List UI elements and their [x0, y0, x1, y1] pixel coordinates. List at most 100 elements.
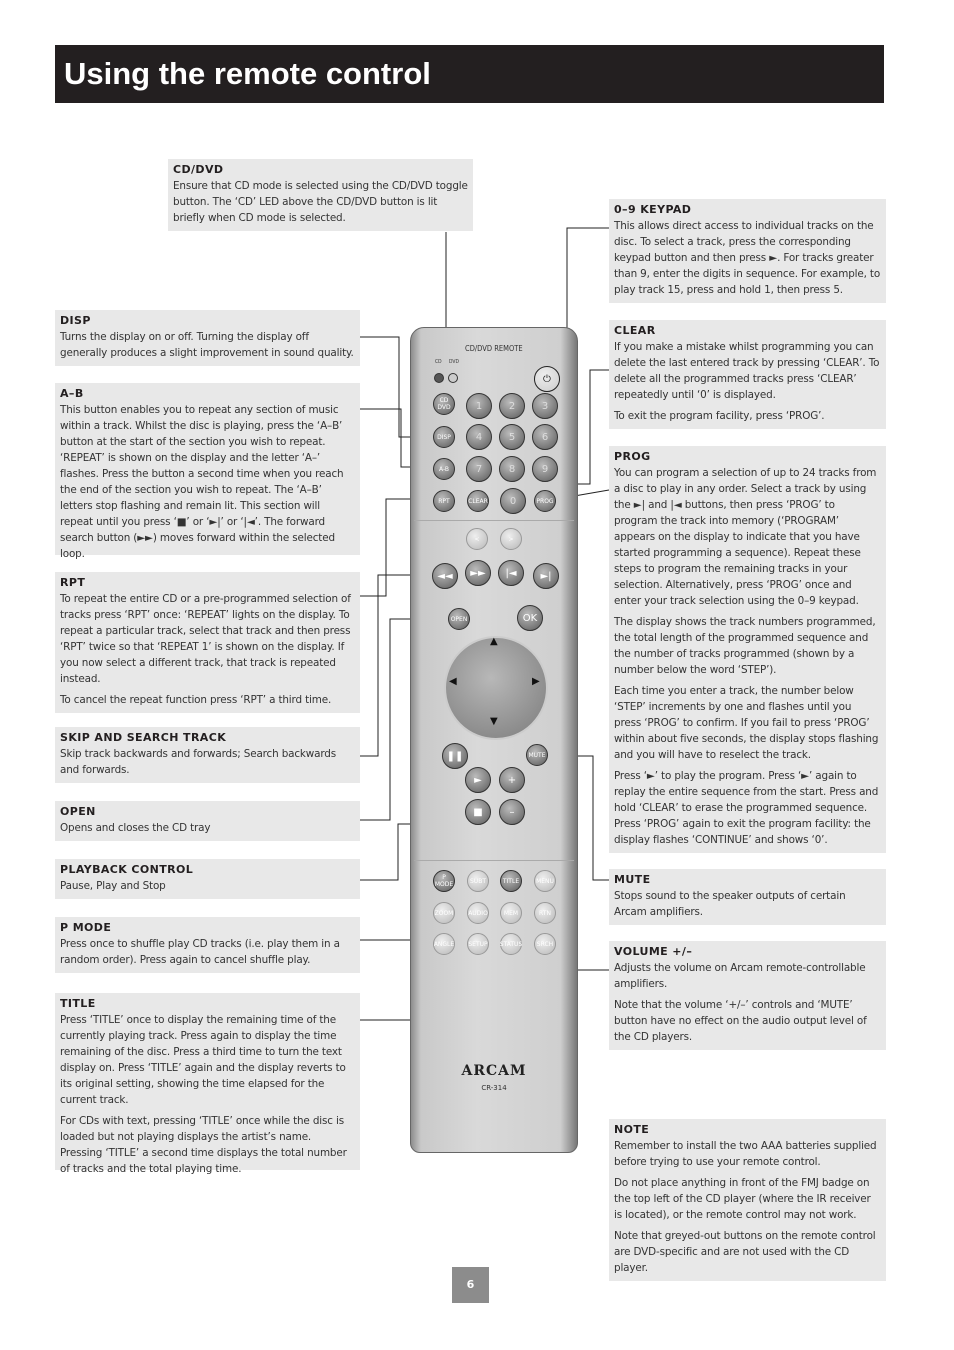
remote-button-mem[interactable]: MEM — [500, 902, 522, 924]
section-text: Skip track backwards and forwards; Searc… — [60, 748, 337, 776]
section-heading: VOLUME +/– — [614, 945, 693, 958]
remote-button-mute[interactable]: MUTE — [526, 744, 548, 766]
remote-button-rew[interactable]: ◄◄ — [432, 563, 458, 589]
section-heading: MUTE — [614, 873, 651, 886]
remote-button-n6[interactable]: 6 — [532, 424, 558, 450]
section-heading: DISP — [60, 314, 91, 327]
page-number: 6 — [452, 1267, 489, 1303]
remote-button-zoom[interactable]: ZOOM — [433, 902, 455, 924]
remote-button-left[interactable]: < — [466, 528, 488, 550]
section-text: This button enables you to repeat any se… — [60, 404, 344, 560]
remote-button-volup[interactable]: + — [499, 767, 525, 793]
remote-button-next[interactable]: ►| — [533, 563, 559, 589]
remote-button-rpt[interactable]: RPT — [433, 490, 455, 512]
remote-button-n4[interactable]: 4 — [466, 424, 492, 450]
remote-button-voldown[interactable]: – — [499, 799, 525, 825]
section-prog: PROG You can program a selection of up to… — [609, 446, 886, 853]
section-text: To repeat the entire CD or a pre-program… — [60, 593, 351, 685]
section-heading: A–B — [60, 387, 84, 400]
remote-button-ffw[interactable]: ►► — [465, 560, 491, 586]
manual-page: Using the remote control CD/DVD Ensure th… — [0, 0, 954, 1350]
section-title: TITLE Press ‘TITLE’ once to display the r… — [55, 993, 360, 1175]
section-text: Opens and closes the CD tray — [60, 822, 211, 834]
remote-button-srch[interactable]: SRCH — [534, 933, 556, 955]
section-open: OPEN Opens and closes the CD tray — [55, 801, 360, 841]
section-text: Note that greyed-out buttons on the remo… — [614, 1230, 876, 1274]
remote-button-title[interactable]: TITLE — [500, 870, 522, 892]
section-heading: SKIP AND SEARCH TRACK — [60, 731, 227, 744]
section-heading: P MODE — [60, 921, 112, 934]
remote-button-pause[interactable]: ❚❚ — [442, 743, 468, 769]
section-ab: A–B This button enables you to repeat any… — [55, 383, 360, 560]
remote-button-prev[interactable]: |◄ — [498, 560, 524, 586]
section-keypad: 0–9 KEYPAD This allows direct access to i… — [609, 199, 886, 303]
remote-button-right[interactable]: > — [500, 528, 522, 550]
section-text: Note that the volume ‘+/–’ controls and … — [614, 999, 867, 1043]
remote-button-ab[interactable]: A-B — [433, 458, 455, 480]
section-heading: NOTE — [614, 1123, 650, 1136]
section-rpt: RPT To repeat the entire CD or a pre-prog… — [55, 572, 360, 713]
section-text: To exit the program facility, press ‘PRO… — [614, 410, 825, 422]
model-label: CR-314 — [481, 1084, 507, 1092]
remote-button-n3[interactable]: 3 — [532, 393, 558, 419]
remote-button-n1[interactable]: 1 — [466, 393, 492, 419]
remote-button-cddvd[interactable]: CD DVD — [433, 393, 455, 415]
remote-button-angle[interactable]: ANGLE — [433, 933, 455, 955]
section-pmode: P MODE Press once to shuffle play CD trac… — [55, 917, 360, 973]
section-text: This allows direct access to individual … — [614, 220, 881, 296]
remote-button-open[interactable]: OPEN — [448, 608, 470, 630]
section-mute: MUTE Stops sound to the speaker outputs o… — [609, 869, 886, 925]
remote-button-n9[interactable]: 9 — [532, 456, 558, 482]
remote-button-audio[interactable]: AUDIO — [467, 902, 489, 924]
divider — [414, 860, 574, 861]
section-text: Stops sound to the speaker outputs of ce… — [614, 890, 846, 918]
right-arrow-icon[interactable]: ▶ — [532, 676, 540, 687]
left-arrow-icon[interactable]: ◀ — [449, 676, 457, 687]
remote-button-n7[interactable]: 7 — [466, 456, 492, 482]
section-skip: SKIP AND SEARCH TRACK Skip track backward… — [55, 727, 360, 783]
section-text: Do not place anything in front of the FM… — [614, 1177, 871, 1221]
remote-button-status[interactable]: STATUS — [500, 933, 522, 955]
remote-button-n5[interactable]: 5 — [499, 424, 525, 450]
remote-button-ok[interactable]: OK — [517, 605, 543, 631]
led-dvd-label: DVD — [449, 359, 459, 365]
section-heading: PLAYBACK CONTROL — [60, 863, 194, 876]
remote-button-pmode[interactable]: P MODE — [433, 870, 455, 892]
remote-control-illustration: CD/DVD REMOTE CD DVD ARCAM CR-314 — [410, 327, 578, 1153]
section-clear: CLEAR If you make a mistake whilst progra… — [609, 320, 886, 429]
led-cd — [434, 373, 444, 383]
section-text: Ensure that CD mode is selected using th… — [173, 180, 468, 224]
section-text: You can program a selection of up to 24 … — [614, 467, 877, 607]
remote-button-rtn[interactable]: RTN — [534, 902, 556, 924]
remote-button-power[interactable]: ⏻ — [534, 366, 560, 392]
remote-button-subt[interactable]: SUBT — [467, 870, 489, 892]
down-arrow-icon[interactable]: ▼ — [490, 716, 498, 727]
section-text: The display shows the track numbers prog… — [614, 616, 876, 676]
remote-button-clear[interactable]: CLEAR — [467, 490, 489, 512]
section-note: NOTE Remember to install the two AAA batt… — [609, 1119, 886, 1281]
section-cddvd: CD/DVD Ensure that CD mode is selected us… — [168, 159, 473, 231]
section-text: Press once to shuffle play CD tracks (i.… — [60, 938, 340, 966]
up-arrow-icon[interactable]: ▲ — [490, 636, 498, 647]
section-heading: 0–9 KEYPAD — [614, 203, 692, 216]
section-text: Press ‘►’ to play the program. Press ‘►’… — [614, 770, 879, 846]
section-text: Press ‘TITLE’ once to display the remain… — [60, 1014, 346, 1106]
remote-button-n8[interactable]: 8 — [499, 456, 525, 482]
section-volume: VOLUME +/– Adjusts the volume on Arcam re… — [609, 941, 886, 1050]
remote-header: CD/DVD REMOTE — [465, 344, 523, 353]
remote-button-stop[interactable]: ■ — [465, 799, 491, 825]
led-cd-label: CD — [435, 359, 442, 365]
remote-button-disp[interactable]: DISP — [433, 426, 455, 448]
section-heading: CD/DVD — [173, 163, 224, 176]
remote-button-setup[interactable]: SETUP — [467, 933, 489, 955]
remote-button-n2[interactable]: 2 — [499, 393, 525, 419]
section-disp: DISP Turns the display on or off. Turning… — [55, 310, 360, 366]
section-text: Pause, Play and Stop — [60, 880, 166, 892]
led-dvd — [448, 373, 458, 383]
section-heading: CLEAR — [614, 324, 656, 337]
section-text: For CDs with text, pressing ‘TITLE’ once… — [60, 1115, 347, 1175]
remote-button-menu[interactable]: MENU — [534, 870, 556, 892]
remote-button-n0[interactable]: 0 — [500, 488, 526, 514]
remote-button-play[interactable]: ► — [465, 767, 491, 793]
remote-button-prog[interactable]: PROG — [534, 490, 556, 512]
